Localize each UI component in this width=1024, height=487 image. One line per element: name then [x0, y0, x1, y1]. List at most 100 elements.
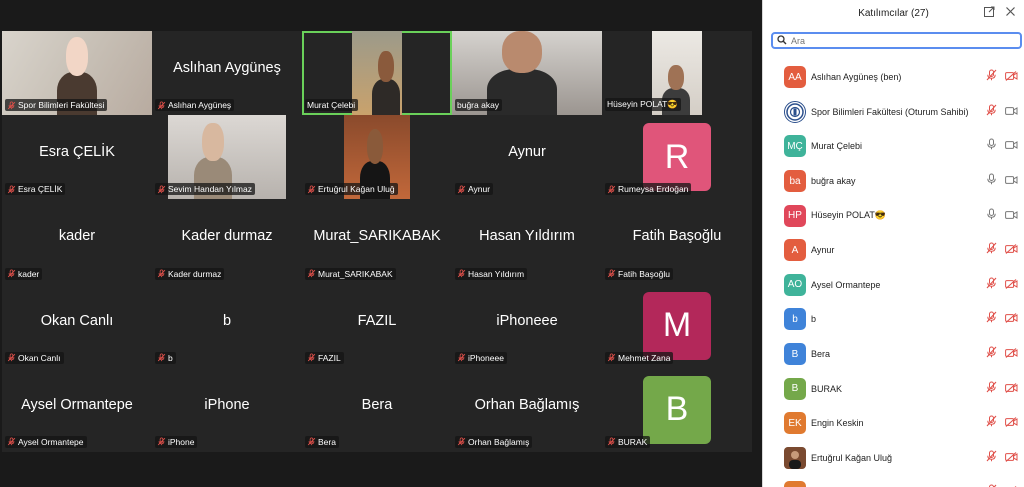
- video-tile[interactable]: kader kader: [2, 199, 152, 284]
- participant-name-label: Spor Bilimleri Fakültesi: [5, 99, 108, 112]
- participant-avatar: ba: [784, 170, 806, 193]
- participant-list-name: b: [811, 314, 817, 325]
- participant-status-icons: [986, 241, 1018, 259]
- video-tile[interactable]: Kader durmaz Kader durmaz: [152, 199, 302, 284]
- mic-muted-icon[interactable]: [986, 414, 997, 432]
- participant-row[interactable]: EÇEsra ÇELİK: [763, 475, 1024, 487]
- participant-name-label: Aysel Ormantepe: [5, 435, 87, 448]
- mic-icon[interactable]: [986, 207, 997, 225]
- close-icon[interactable]: [1005, 6, 1016, 20]
- participant-status-icons: [986, 103, 1018, 121]
- camera-off-icon[interactable]: [1005, 449, 1018, 467]
- participant-list-name: Ertuğrul Kağan Uluğ: [811, 452, 893, 463]
- camera-off-icon[interactable]: [1005, 345, 1018, 363]
- mic-muted-icon[interactable]: [986, 345, 997, 363]
- participant-name: kader: [18, 268, 40, 279]
- video-tile[interactable]: Hüseyin POLAT😎: [602, 31, 752, 116]
- participant-name-label: iPhoneee: [455, 351, 507, 364]
- profile-photo-icon: [784, 446, 806, 469]
- participant-row[interactable]: Spor Bilimleri Fakültesi (Oturum Sahibi): [763, 95, 1024, 130]
- mic-icon[interactable]: [986, 137, 997, 155]
- participant-row[interactable]: MÇ Murat Çelebi: [763, 129, 1024, 164]
- participant-search[interactable]: [771, 32, 1022, 49]
- camera-off-icon[interactable]: [1005, 380, 1018, 398]
- participants-header: Katılımcılar (27): [763, 0, 1024, 26]
- mic-muted-icon: [7, 101, 16, 110]
- video-tile[interactable]: Sevim Handan Yılmaz: [152, 115, 302, 200]
- participant-row[interactable]: A Aynur: [763, 233, 1024, 268]
- participant-name: Orhan Bağlamış: [468, 436, 530, 447]
- mic-muted-icon[interactable]: [986, 483, 997, 487]
- participant-row[interactable]: B Bera: [763, 337, 1024, 372]
- participants-title: Katılımcılar (27): [858, 7, 929, 19]
- mic-icon[interactable]: [986, 172, 997, 190]
- camera-off-icon[interactable]: [1005, 310, 1018, 328]
- mic-muted-icon[interactable]: [986, 276, 997, 294]
- participant-list-name: Aslıhan Aygüneş (ben): [811, 72, 902, 83]
- video-tile[interactable]: Aysel Ormantepe Aysel Ormantepe: [2, 367, 152, 452]
- mic-muted-icon: [457, 185, 466, 194]
- video-tile[interactable]: Aynur Aynur: [452, 115, 602, 200]
- mic-muted-icon[interactable]: [986, 241, 997, 259]
- camera-off-icon[interactable]: [1005, 483, 1018, 487]
- mic-muted-icon[interactable]: [986, 68, 997, 86]
- camera-icon[interactable]: [1005, 103, 1018, 121]
- video-tile[interactable]: Okan Canlı Okan Canlı: [2, 283, 152, 368]
- participant-name: Fatih Başoğlu: [618, 268, 670, 279]
- video-tile[interactable]: FAZIL FAZIL: [302, 283, 452, 368]
- avatar: M: [643, 291, 711, 360]
- video-tile[interactable]: Aslıhan Aygüneş Aslıhan Aygüneş: [152, 31, 302, 116]
- video-tile[interactable]: M Mehmet Zana: [602, 283, 752, 368]
- video-tile[interactable]: Orhan Bağlamış Orhan Bağlamış: [452, 367, 602, 452]
- video-tile[interactable]: Ertuğrul Kağan Uluğ: [302, 115, 452, 200]
- video-tile[interactable]: R Rumeysa Erdoğan: [602, 115, 752, 200]
- participant-name-label: Rumeysa Erdoğan: [605, 183, 692, 196]
- video-tile[interactable]: Murat_SARIKABAK Murat_SARIKABAK: [302, 199, 452, 284]
- participant-avatar: B: [784, 343, 806, 366]
- search-input[interactable]: [791, 35, 991, 46]
- video-tile[interactable]: Bera Bera: [302, 367, 452, 452]
- video-tile[interactable]: buğra akay: [452, 31, 602, 116]
- participant-row[interactable]: Ertuğrul Kağan Uluğ: [763, 441, 1024, 476]
- participant-avatar: EÇ: [784, 481, 806, 487]
- mic-muted-icon[interactable]: [986, 449, 997, 467]
- popout-icon[interactable]: [984, 6, 995, 20]
- video-tile[interactable]: Spor Bilimleri Fakültesi: [2, 31, 152, 116]
- video-tile[interactable]: Hasan Yıldırım Hasan Yıldırım: [452, 199, 602, 284]
- video-tile[interactable]: iPhoneee iPhoneee: [452, 283, 602, 368]
- camera-icon[interactable]: [1005, 207, 1018, 225]
- participant-row[interactable]: HP Hüseyin POLAT😎: [763, 198, 1024, 233]
- video-tile[interactable]: Murat Çelebi: [302, 31, 452, 116]
- participant-row[interactable]: AA Aslıhan Aygüneş (ben): [763, 60, 1024, 95]
- participant-row[interactable]: EK Engin Keskin: [763, 406, 1024, 441]
- participant-status-icons: [986, 483, 1018, 487]
- video-tile[interactable]: iPhone iPhone: [152, 367, 302, 452]
- participant-row[interactable]: AO Aysel Ormantepe: [763, 268, 1024, 303]
- camera-off-icon[interactable]: [1005, 68, 1018, 86]
- participant-status-icons: [986, 207, 1018, 225]
- camera-off-icon[interactable]: [1005, 241, 1018, 259]
- participant-row[interactable]: B BURAK: [763, 371, 1024, 406]
- participant-name-label: Okan Canlı: [5, 351, 64, 364]
- tile-display-name: Esra ÇELİK: [39, 144, 115, 161]
- participant-name: BURAK: [618, 436, 648, 447]
- participant-status-icons: [986, 310, 1018, 328]
- mic-muted-icon[interactable]: [986, 103, 997, 121]
- mic-muted-icon[interactable]: [986, 310, 997, 328]
- participant-name-label: Hasan Yıldırım: [455, 267, 528, 280]
- participant-name: iPhoneee: [468, 352, 504, 363]
- participant-status-icons: [986, 137, 1018, 155]
- participant-name: Sevim Handan Yılmaz: [168, 184, 252, 195]
- video-tile[interactable]: B BURAK: [602, 367, 752, 452]
- camera-off-icon[interactable]: [1005, 414, 1018, 432]
- video-tile[interactable]: bb: [152, 283, 302, 368]
- participant-row[interactable]: ba buğra akay: [763, 164, 1024, 199]
- video-tile[interactable]: Esra ÇELİK Esra ÇELİK: [2, 115, 152, 200]
- camera-off-icon[interactable]: [1005, 276, 1018, 294]
- camera-icon[interactable]: [1005, 172, 1018, 190]
- mic-muted-icon[interactable]: [986, 380, 997, 398]
- participant-row[interactable]: bb: [763, 302, 1024, 337]
- mic-muted-icon: [307, 185, 316, 194]
- video-tile[interactable]: Fatih Başoğlu Fatih Başoğlu: [602, 199, 752, 284]
- camera-icon[interactable]: [1005, 137, 1018, 155]
